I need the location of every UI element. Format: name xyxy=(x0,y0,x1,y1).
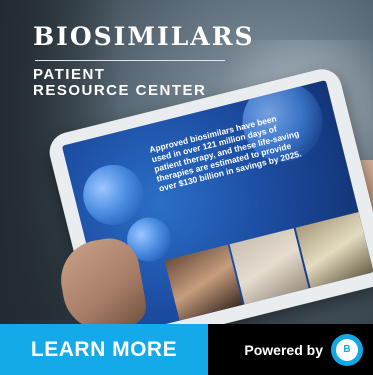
title-divider xyxy=(35,60,225,61)
banner-title: BIOSIMILARS xyxy=(33,22,255,51)
tablet-stat-text: Approved biosimilars have been used in o… xyxy=(148,113,303,194)
tablet-photo-strip xyxy=(164,212,373,321)
sponsor-logo-icon[interactable]: B xyxy=(331,333,363,366)
patient-photo xyxy=(295,212,373,288)
powered-by-label: Powered by xyxy=(244,341,323,358)
footer-bar: LEARN MORE Powered by B xyxy=(0,324,373,375)
powered-by: Powered by B xyxy=(208,324,373,375)
banner-subtitle: PATIENT RESOURCE CENTER xyxy=(33,67,206,99)
sponsor-logo-text: B xyxy=(336,338,358,361)
ad-banner[interactable]: BIOSIMILARS PATIENT RESOURCE CENTER Appr… xyxy=(0,0,373,375)
subtitle-line-2: RESOURCE CENTER xyxy=(33,82,207,99)
learn-more-button[interactable]: LEARN MORE xyxy=(0,324,208,375)
subtitle-line-1: PATIENT xyxy=(33,66,106,83)
patient-photo xyxy=(164,244,243,321)
patient-photo xyxy=(229,228,309,305)
